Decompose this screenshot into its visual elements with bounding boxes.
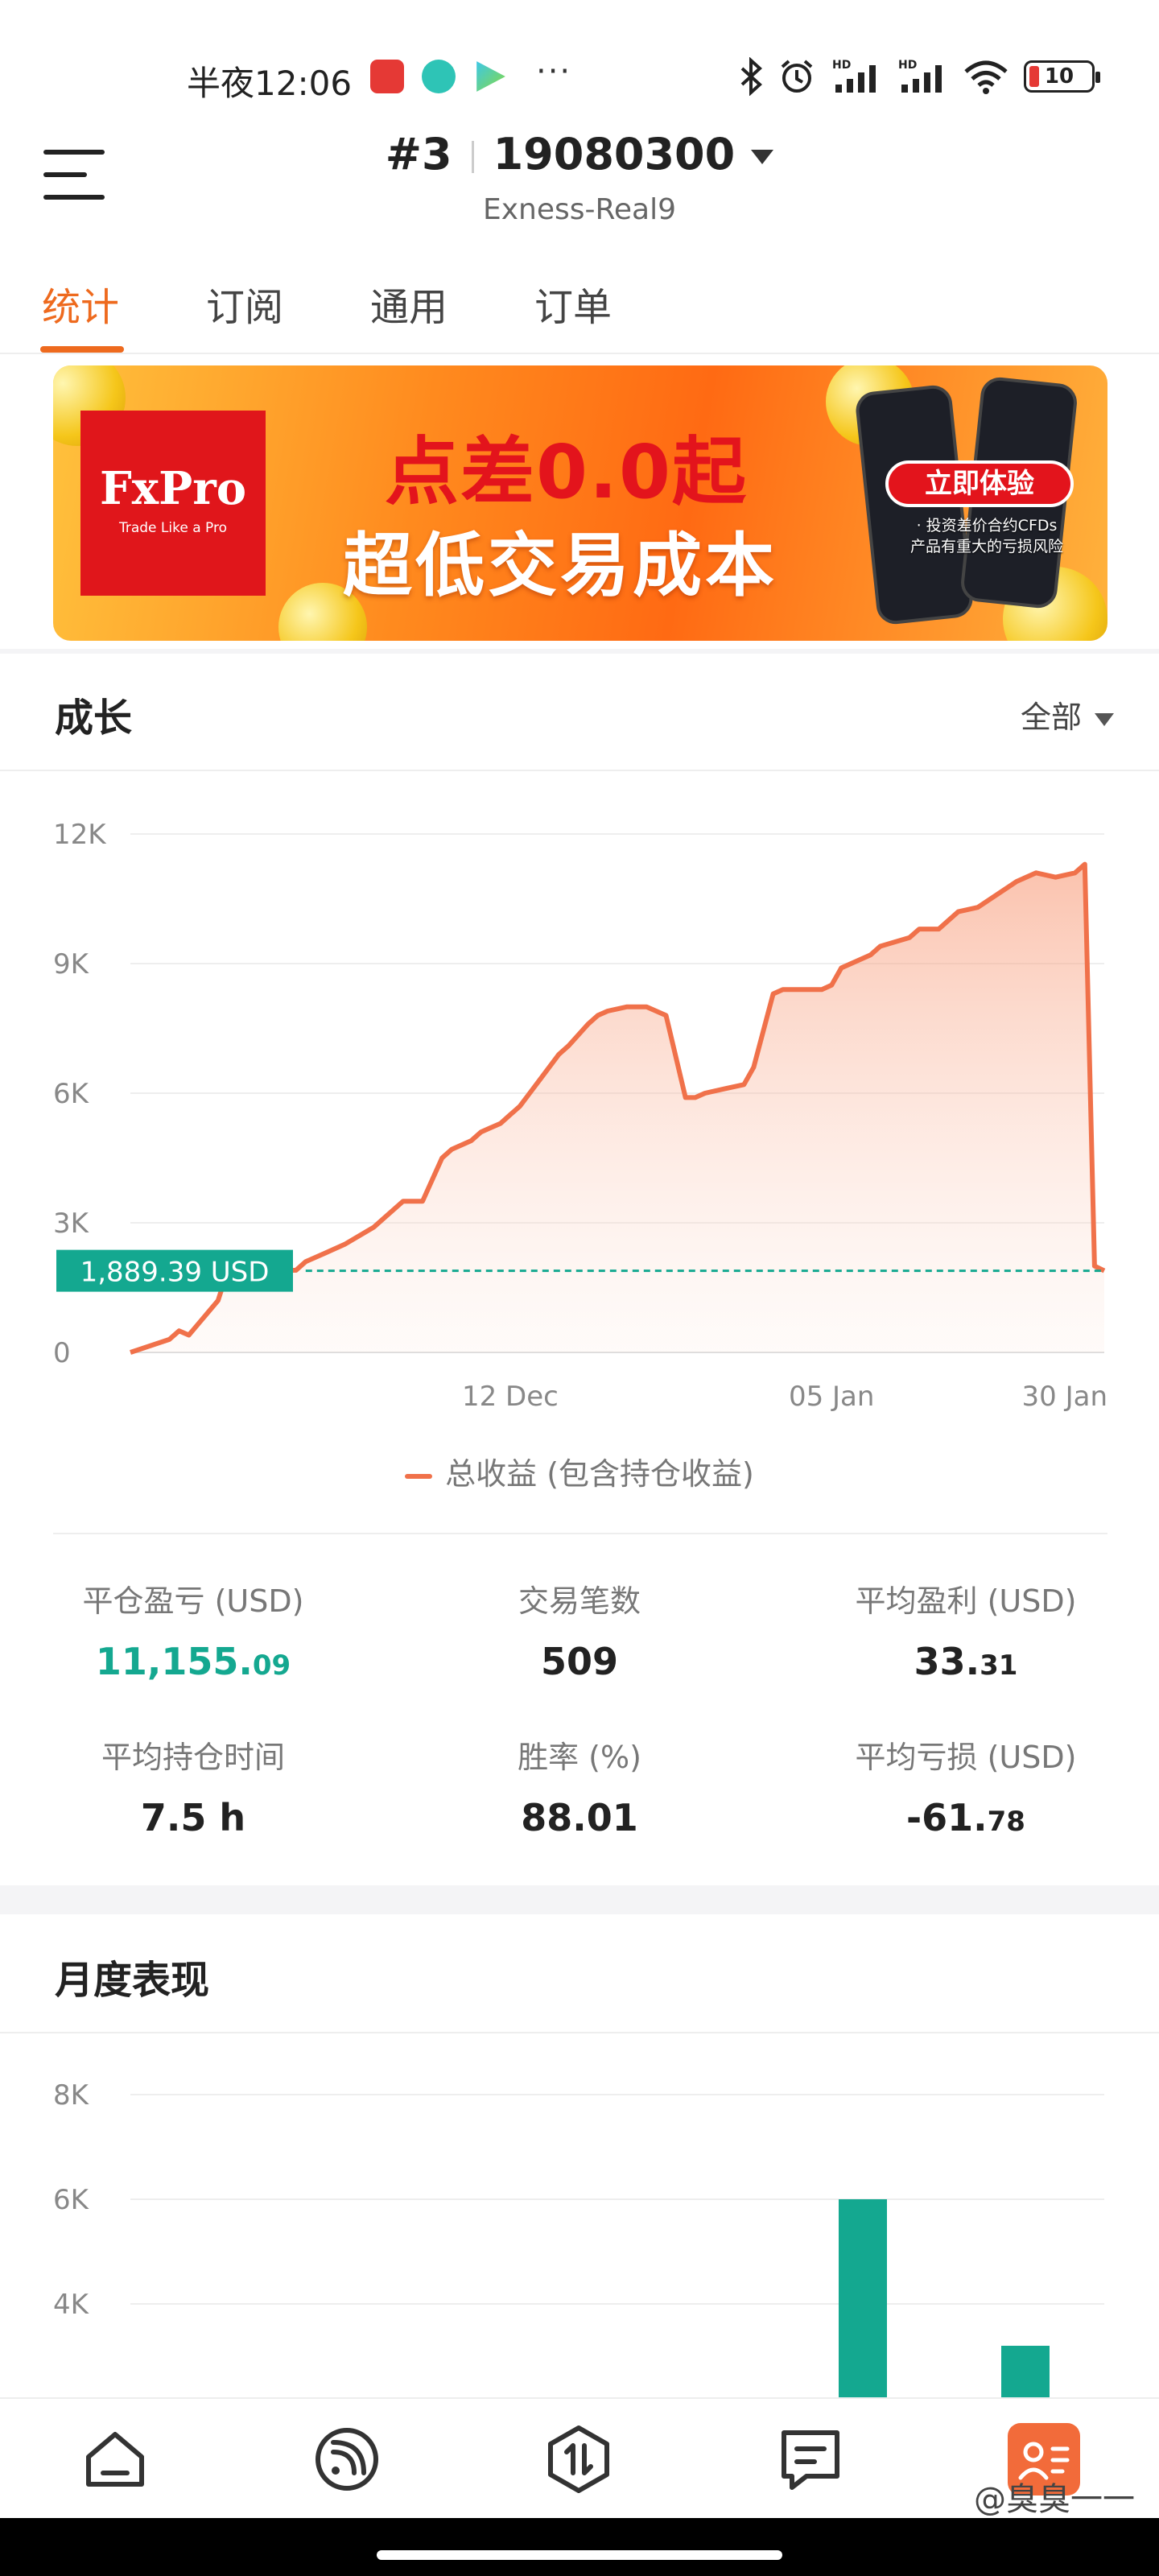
nav-home[interactable] xyxy=(79,2423,151,2496)
tab-subscribe[interactable]: 订阅 xyxy=(206,275,283,332)
video-app-icon xyxy=(476,61,505,92)
status-time: 半夜12:06 xyxy=(187,64,353,103)
bar xyxy=(839,2199,887,2397)
svg-text:HD: HD xyxy=(898,59,917,72)
bar xyxy=(1001,2346,1050,2397)
nav-articles[interactable] xyxy=(774,2423,847,2496)
battery-icon: 10 xyxy=(1024,60,1100,93)
stat-value: 7.5 h xyxy=(140,1796,246,1839)
brand-tagline: Trade Like a Pro xyxy=(118,520,228,536)
trade-icon xyxy=(548,2425,609,2493)
signal-icon-2: HD xyxy=(898,59,942,93)
y-tick-label: 0 xyxy=(53,1337,71,1369)
y-tick-label: 8K xyxy=(53,2079,90,2112)
tab-active-indicator xyxy=(40,346,124,353)
netease-music-icon xyxy=(370,60,404,93)
disclaimer-line-2: 产品有重大的亏损风险 xyxy=(909,538,1063,555)
disclaimer-line-1: · 投资差价合约CFDs xyxy=(916,517,1058,535)
stat-label: 平均持仓时间 xyxy=(101,1740,285,1775)
stat-value: 509 xyxy=(540,1640,619,1683)
stat-value: 11,155.09 xyxy=(95,1640,291,1683)
legend-swatch xyxy=(405,1473,433,1479)
y-tick-label: 3K xyxy=(53,1208,90,1240)
growth-filter-value: 全部 xyxy=(1020,700,1082,735)
more-notifications-icon: ··· xyxy=(536,53,572,90)
alarm-icon xyxy=(781,60,813,93)
bluetooth-icon xyxy=(740,57,762,96)
chevron-down-icon xyxy=(751,150,774,165)
tab-statistics[interactable]: 统计 xyxy=(42,275,119,332)
divider xyxy=(53,1533,1107,1534)
current-value-label: 1,889.39 USD xyxy=(80,1257,270,1289)
tab-bar: 统计 订阅 通用 订单 xyxy=(0,266,1159,354)
y-tick-label: 12K xyxy=(53,819,107,851)
y-tick-label: 6K xyxy=(53,2184,90,2216)
divider xyxy=(0,2032,1159,2033)
stat-trade-count: 交易笔数 509 xyxy=(410,1576,749,1683)
growth-legend[interactable]: 总收益 (包含持仓收益) xyxy=(0,1449,1159,1493)
article-icon xyxy=(782,2430,839,2490)
app-notification-icon xyxy=(422,60,456,93)
account-index: #3 xyxy=(385,129,452,180)
x-tick-label: 12 Dec xyxy=(462,1381,559,1413)
nav-trade[interactable] xyxy=(542,2423,615,2496)
section-divider xyxy=(0,649,1159,654)
stat-closed-pnl: 平仓盈亏 (USD) 11,155.09 xyxy=(24,1576,362,1683)
growth-filter-dropdown[interactable]: 全部 xyxy=(1021,692,1114,737)
fxpro-logo: FxPro Trade Like a Pro xyxy=(80,411,266,596)
tab-general[interactable]: 通用 xyxy=(370,275,448,332)
gesture-bar-area xyxy=(0,2518,1159,2576)
account-header: #3 19080300 Exness-Real9 xyxy=(0,121,1159,242)
banner-headline: 点差0.0起 xyxy=(385,429,748,515)
svg-text:HD: HD xyxy=(832,59,851,72)
stat-label: 平仓盈亏 (USD) xyxy=(82,1583,304,1619)
status-indicators: HD HD 10 xyxy=(739,55,1100,98)
home-icon xyxy=(86,2432,144,2487)
account-number: 19080300 xyxy=(493,129,736,180)
brand-name: FxPro xyxy=(99,462,247,515)
banner-disclaimer: · 投资差价合约CFDs 产品有重大的亏损风险 xyxy=(890,515,1083,557)
tab-orders[interactable]: 订单 xyxy=(534,275,612,332)
x-tick-label: 30 Jan xyxy=(1022,1381,1107,1413)
stat-avg-loss: 平均亏损 (USD) -61.78 xyxy=(797,1732,1135,1839)
growth-title: 成长 xyxy=(55,696,133,741)
legend-label: 总收益 (包含持仓收益) xyxy=(445,1456,754,1492)
watermark: @臭臭一一 xyxy=(974,2481,1135,2518)
stat-value: 88.01 xyxy=(521,1796,638,1839)
wifi-icon xyxy=(964,60,1008,94)
monthly-title: 月度表现 xyxy=(55,1958,210,2003)
y-tick-label: 9K xyxy=(53,948,90,980)
section-divider xyxy=(0,1885,1159,1914)
stat-win-rate: 胜率 (%) 88.01 xyxy=(410,1732,749,1839)
y-tick-label: 6K xyxy=(53,1078,90,1110)
stat-label: 胜率 (%) xyxy=(518,1740,641,1775)
account-separator xyxy=(471,141,474,174)
banner-subheadline: 超低交易成本 xyxy=(343,526,777,606)
stat-value: -61.78 xyxy=(906,1796,1025,1839)
nav-feed[interactable] xyxy=(311,2423,383,2496)
stat-avg-hold-time: 平均持仓时间 7.5 h xyxy=(24,1732,362,1839)
chevron-down-icon xyxy=(1095,712,1114,726)
home-indicator[interactable] xyxy=(377,2550,782,2560)
ad-banner[interactable]: FxPro Trade Like a Pro 点差0.0起 超低交易成本 立即体… xyxy=(53,365,1107,641)
signal-icon: HD xyxy=(832,59,876,93)
monthly-chart[interactable]: 8K6K4K2K xyxy=(0,2037,1159,2397)
divider xyxy=(0,770,1159,771)
stat-label: 交易笔数 xyxy=(518,1583,641,1619)
stat-avg-profit: 平均盈利 (USD) 33.31 xyxy=(797,1576,1135,1683)
growth-chart[interactable]: 12K 9K 6K 3K 0 12 Dec 05 Jan 30 Jan 1,889.39 USD xyxy=(0,789,1159,1417)
stat-label: 平均盈利 (USD) xyxy=(855,1583,1077,1619)
stat-label: 平均亏损 (USD) xyxy=(855,1740,1077,1775)
stat-value: 33.31 xyxy=(914,1640,1018,1683)
x-tick-label: 05 Jan xyxy=(789,1381,874,1413)
banner-cta-button[interactable]: 立即体验 xyxy=(885,460,1074,507)
feed-icon xyxy=(316,2428,378,2491)
bottom-navigation: @臭臭一一 xyxy=(0,2397,1159,2518)
account-server: Exness-Real9 xyxy=(482,193,677,226)
y-tick-label: 4K xyxy=(53,2289,90,2321)
battery-level: 10 xyxy=(1044,64,1074,89)
status-bar: 半夜12:06 ··· HD HD 10 xyxy=(0,0,1159,113)
account-selector[interactable]: #3 19080300 xyxy=(0,129,1159,180)
